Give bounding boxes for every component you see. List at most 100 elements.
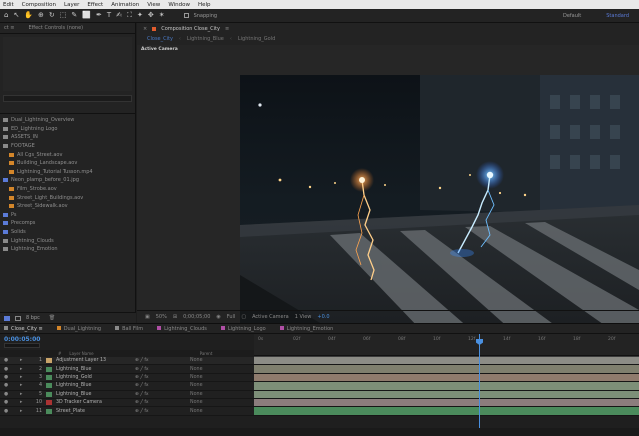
composition-viewer[interactable]: Active Camera: [137, 45, 639, 329]
pen-tool-icon[interactable]: ✒: [96, 12, 102, 19]
layer-name[interactable]: Lightning_Blue: [56, 383, 116, 388]
camera-snapshot-icon[interactable]: ◉: [216, 314, 220, 320]
project-item[interactable]: ED_Lightning Logo: [3, 125, 135, 134]
layer-switches[interactable]: ⊕ ╱ fx: [135, 375, 149, 380]
layer-row[interactable]: ● ▸ 3 Lightning_Gold ⊕ ╱ fx None: [0, 373, 254, 383]
camera-select[interactable]: Active Camera: [252, 314, 289, 320]
brush-tool-icon[interactable]: ✍: [116, 12, 122, 19]
project-item[interactable]: Dual_Lightning_Overview: [3, 116, 135, 125]
visibility-eye-icon[interactable]: ●: [4, 400, 8, 405]
menu-icon[interactable]: ≡: [225, 26, 229, 32]
layer-switches[interactable]: ⊕ ╱ fx: [135, 409, 149, 414]
exposure-value[interactable]: +0.0: [317, 314, 329, 320]
expand-triangle-icon[interactable]: ▸: [20, 367, 22, 372]
effect-controls-tab[interactable]: Effect Controls (none): [29, 25, 84, 31]
always-preview-icon[interactable]: ▣: [145, 314, 150, 320]
timeline-tab[interactable]: Ball Film: [115, 326, 143, 332]
puppet-tool-icon[interactable]: ✶: [159, 12, 165, 19]
project-search-input[interactable]: [3, 95, 132, 102]
hand-tool-icon[interactable]: ✋: [24, 12, 33, 19]
menu-help[interactable]: Help: [198, 2, 211, 8]
layer-switches[interactable]: ⊕ ╱ fx: [135, 383, 149, 388]
project-item[interactable]: Film_Strobe.aov: [3, 185, 135, 194]
pan-behind-tool-icon[interactable]: ✎: [71, 12, 77, 19]
zoom-tool-icon[interactable]: ⊕: [38, 12, 44, 19]
project-item[interactable]: Street_Light_Buildings.aov: [3, 193, 135, 202]
home-icon[interactable]: ⌂: [4, 12, 8, 19]
layer-row[interactable]: ● ▸ 11 Street_Plate ⊕ ╱ fx None: [0, 407, 254, 416]
composition-tab[interactable]: Composition Close_City: [161, 26, 220, 32]
layer-switches[interactable]: ⊕ ╱ fx: [135, 358, 149, 363]
menu-composition[interactable]: Composition: [22, 2, 56, 8]
layer-row[interactable]: ● ▸ 5 Lightning_Blue ⊕ ╱ fx None: [0, 390, 254, 399]
parent-select[interactable]: None: [190, 392, 203, 397]
visibility-eye-icon[interactable]: ●: [4, 383, 8, 388]
new-folder-icon[interactable]: [4, 315, 10, 321]
project-tab[interactable]: ct ≡: [4, 25, 15, 31]
layer-name[interactable]: Adjustment Layer 13: [56, 358, 116, 363]
roto-brush-tool-icon[interactable]: ✥: [148, 12, 154, 19]
layer-row[interactable]: ● ▸ 10 3D Tracker Camera ⊕ ╱ fx None: [0, 398, 254, 408]
project-item[interactable]: Precomps: [3, 219, 135, 228]
menu-edit[interactable]: Edit: [3, 2, 14, 8]
shape-tool-icon[interactable]: ⬜: [82, 12, 91, 19]
subtab-close-city[interactable]: Close_City: [147, 36, 173, 42]
playhead-line[interactable]: [479, 334, 480, 436]
snapping-checkbox[interactable]: [183, 13, 189, 18]
timeline-tab[interactable]: Lightning_Emotion: [279, 326, 333, 332]
project-item[interactable]: Neon_plamp_before_01.jpg: [3, 176, 135, 185]
expand-triangle-icon[interactable]: ▸: [20, 383, 22, 388]
layer-name[interactable]: Lightning_Blue: [56, 367, 116, 372]
project-item[interactable]: FOOTAGE: [3, 142, 135, 151]
layer-switches[interactable]: ⊕ ╱ fx: [135, 367, 149, 372]
new-comp-icon[interactable]: [15, 315, 21, 321]
layer-duration-bar[interactable]: [254, 398, 639, 408]
region-of-interest-icon[interactable]: ▢: [241, 314, 246, 320]
expand-triangle-icon[interactable]: ▸: [20, 409, 22, 414]
parent-select[interactable]: None: [190, 409, 203, 414]
workspace-default[interactable]: Default: [563, 13, 581, 19]
project-item[interactable]: Building_Landscape.aov: [3, 159, 135, 168]
trash-icon[interactable]: 🗑: [49, 315, 55, 321]
parent-select[interactable]: None: [190, 375, 203, 380]
menu-view[interactable]: View: [147, 2, 160, 8]
project-item[interactable]: Solids: [3, 228, 135, 237]
layer-row[interactable]: ● ▸ 4 Lightning_Blue ⊕ ╱ fx None: [0, 382, 254, 391]
visibility-eye-icon[interactable]: ●: [4, 358, 8, 363]
project-item[interactable]: ASSETS_IN: [3, 133, 135, 142]
zoom-select[interactable]: 50%: [156, 314, 167, 320]
viewer-timecode[interactable]: 0;00;05;00: [183, 314, 210, 320]
layer-duration-bar[interactable]: [254, 365, 639, 374]
type-tool-icon[interactable]: T: [107, 12, 111, 19]
time-ruler[interactable]: 0s 02f 04f 06f 08f 10f 12f 14f 16f 18f 20f: [254, 334, 639, 356]
grid-icon[interactable]: ⊞: [173, 314, 177, 320]
bpc-label[interactable]: 8 bpc: [26, 315, 40, 321]
layer-duration-bar[interactable]: [254, 382, 639, 391]
timeline-tab[interactable]: Close_City ≡: [4, 326, 43, 332]
view-layout-select[interactable]: 1 View: [295, 314, 312, 320]
layer-name[interactable]: Lightning_Blue: [56, 392, 116, 397]
selection-tool-icon[interactable]: ↖: [13, 12, 19, 19]
layer-switches[interactable]: ⊕ ╱ fx: [135, 392, 149, 397]
expand-triangle-icon[interactable]: ▸: [20, 375, 22, 380]
parent-select[interactable]: None: [190, 358, 203, 363]
composition-frame[interactable]: [240, 75, 639, 329]
layer-duration-bar[interactable]: [254, 373, 639, 383]
project-item[interactable]: Lightning_Clouds: [3, 236, 135, 245]
subtab-lightning-blue[interactable]: Lightning_Blue: [187, 36, 224, 42]
timeline-tab[interactable]: Dual_Lightning: [56, 326, 101, 332]
close-icon[interactable]: ×: [143, 26, 147, 32]
project-item[interactable]: Street_Sidewalk.aov: [3, 202, 135, 211]
current-timecode[interactable]: 0:00:05:00: [4, 336, 40, 343]
workspace-standard[interactable]: Standard: [606, 13, 629, 19]
timeline-tab[interactable]: Lightning_Clouds: [157, 326, 207, 332]
layer-row[interactable]: ● ▸ 1 Adjustment Layer 13 ⊕ ╱ fx None: [0, 357, 254, 366]
menu-effect[interactable]: Effect: [87, 2, 103, 8]
parent-select[interactable]: None: [190, 400, 203, 405]
menu-animation[interactable]: Animation: [111, 2, 139, 8]
menu-layer[interactable]: Layer: [64, 2, 79, 8]
layer-row[interactable]: ● ▸ 2 Lightning_Blue ⊕ ╱ fx None: [0, 365, 254, 374]
eraser-tool-icon[interactable]: ✦: [137, 12, 143, 19]
project-item[interactable]: Ps: [3, 211, 135, 220]
visibility-eye-icon[interactable]: ●: [4, 375, 8, 380]
